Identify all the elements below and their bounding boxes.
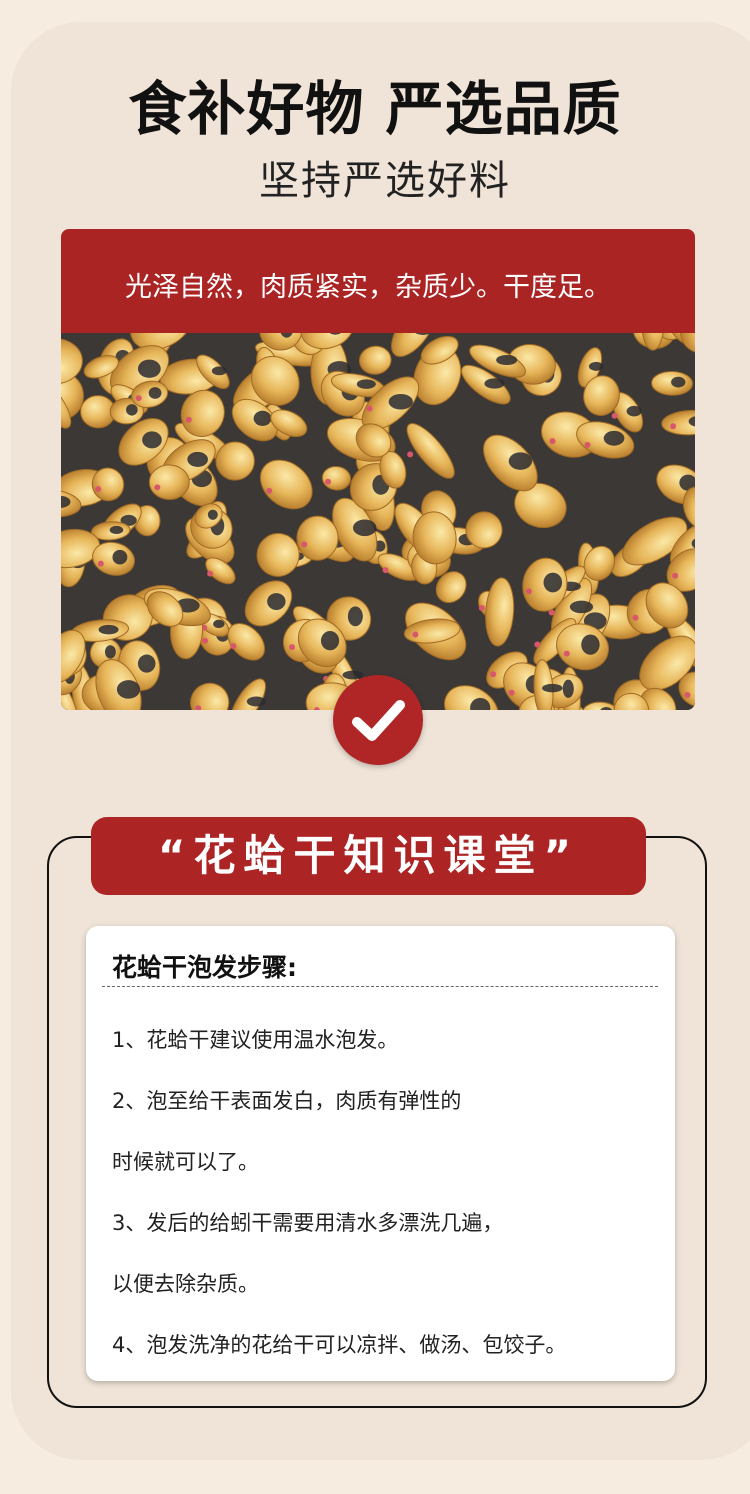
steps-title: 花蛤干泡发步骤: [112,953,297,982]
dried-clam-photo [61,333,695,710]
page-subtitle: 坚持严选好料 [259,158,511,204]
step-line: 时候就可以了。 [112,1150,259,1174]
step-line: 4、泡发洗净的花给干可以凉拌、做汤、包饺子。 [112,1333,567,1357]
step-line: 1、花蛤干建议使用温水泡发。 [112,1028,399,1052]
banner-text: 光泽自然，肉质紧实，杂质少。干度足。 [125,272,611,303]
step-line: 2、泡至给干表面发白，肉质有弹性的 [112,1089,462,1113]
step-line: 3、发后的给蚓干需要用清水多漂洗几遍， [112,1211,504,1235]
checkmark-badge [333,675,423,765]
knowledge-heading: “花蛤干知识课堂” [91,817,646,895]
clam-illustration [61,333,695,710]
page-title: 食补好物 严选品质 [128,75,622,143]
step-line: 以便去除杂质。 [112,1272,259,1296]
feature-banner: 光泽自然，肉质紧实，杂质少。干度足。 [61,229,695,333]
steps-card: 花蛤干泡发步骤: 1、花蛤干建议使用温水泡发。 2、泡至给干表面发白，肉质有弹性… [86,926,675,1381]
divider [102,986,658,987]
checkmark-icon [352,700,405,741]
